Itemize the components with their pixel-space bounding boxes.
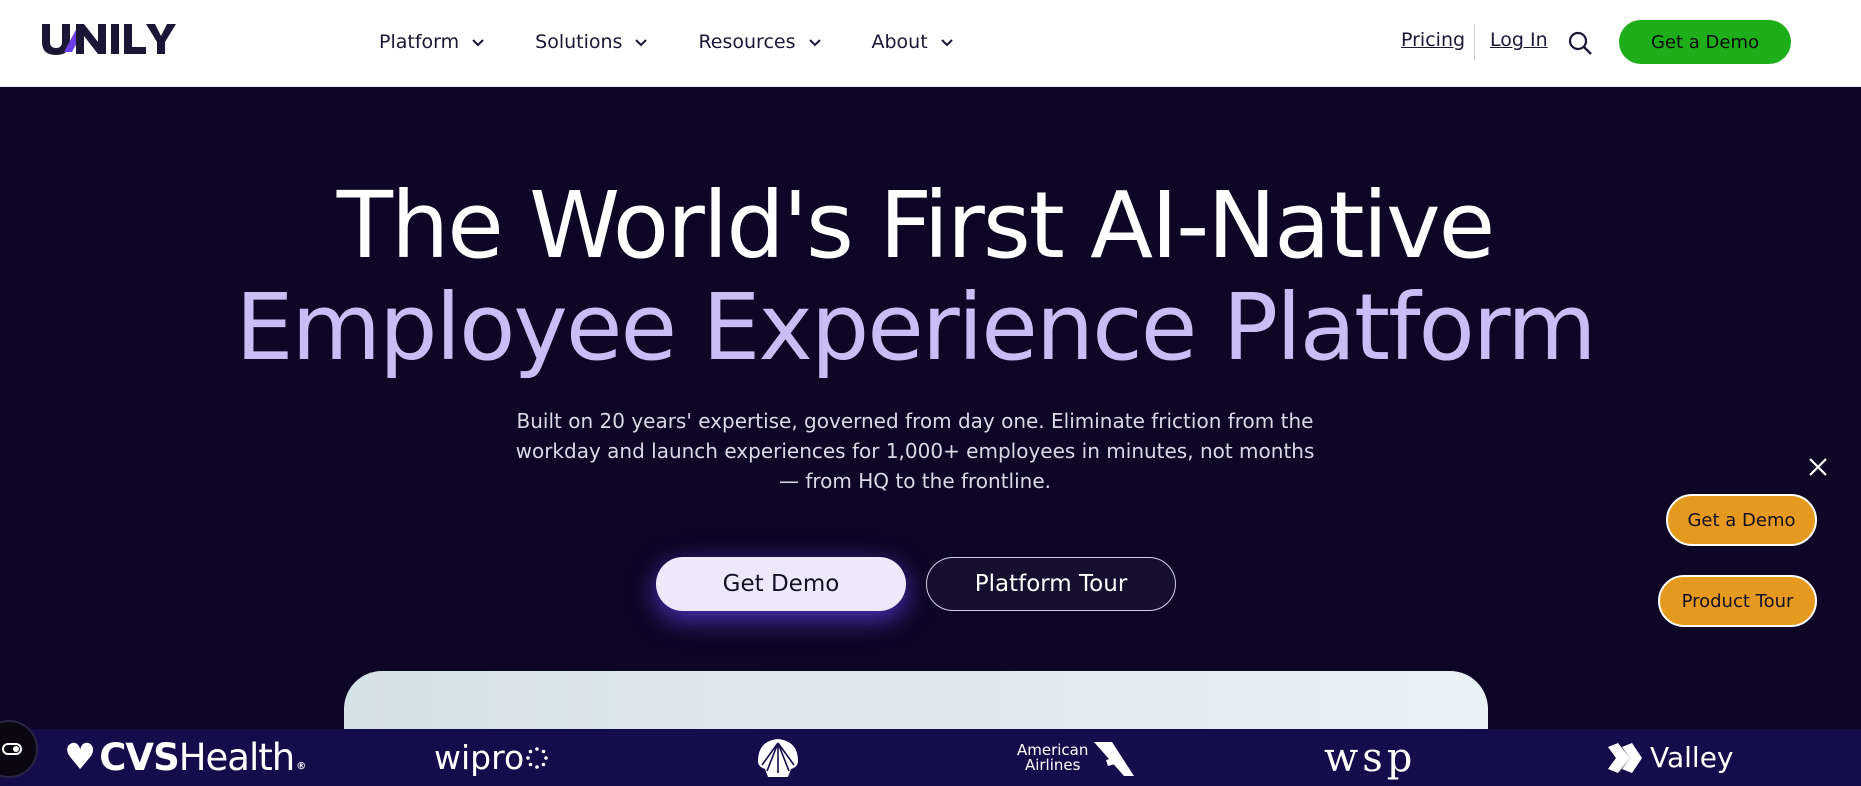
american-airlines-text: American Airlines xyxy=(1017,742,1088,774)
close-icon[interactable] xyxy=(1806,455,1830,479)
shell-logo xyxy=(755,729,801,786)
hero-platform-tour-button[interactable]: Platform Tour xyxy=(926,557,1176,611)
unily-logo[interactable] xyxy=(40,20,180,56)
hero-title-line2: Employee Experience Platform xyxy=(235,274,1596,381)
registered-mark-icon: ® xyxy=(296,761,306,772)
hero-title-line1: The World's First AI-Native xyxy=(336,172,1495,279)
nav-solutions[interactable]: Solutions xyxy=(535,27,648,57)
heart-icon: ♥ xyxy=(64,737,96,778)
wipro-logo-text: wipro xyxy=(434,738,525,777)
valley-mark-icon xyxy=(1608,742,1642,773)
cvs-logo-bold: CVS xyxy=(99,736,179,779)
flight-symbol-icon xyxy=(1094,741,1135,776)
floating-product-tour-button[interactable]: Product Tour xyxy=(1658,575,1817,627)
login-link[interactable]: Log In xyxy=(1490,29,1548,51)
wipro-logo: wipro xyxy=(434,729,548,786)
hero-subtitle: Built on 20 years' expertise, governed f… xyxy=(515,409,1315,493)
header-get-demo-button[interactable]: Get a Demo xyxy=(1619,20,1791,64)
hero-get-demo-button[interactable]: Get Demo xyxy=(656,557,906,611)
site-header: Platform Solutions Resources About Prici… xyxy=(0,0,1861,87)
valley-logo-text: Valley xyxy=(1650,741,1734,774)
wipro-dots-icon xyxy=(526,746,548,769)
customer-logo-strip: ♥ CVS Health ® wipro American Airlines w… xyxy=(0,729,1861,786)
nav-resources[interactable]: Resources xyxy=(698,27,821,57)
valley-logo: Valley xyxy=(1606,729,1734,786)
nav-resources-label: Resources xyxy=(698,31,796,53)
wsp-logo: wsp xyxy=(1324,734,1417,781)
cvs-logo-light: Health xyxy=(178,736,295,779)
nav-platform-label: Platform xyxy=(379,31,460,53)
toggle-icon xyxy=(2,743,22,755)
chevron-down-icon xyxy=(635,39,648,47)
chevron-down-icon xyxy=(940,39,953,47)
search-icon[interactable] xyxy=(1567,30,1593,56)
cvs-health-logo: ♥ CVS Health ® xyxy=(64,729,306,786)
chevron-down-icon xyxy=(808,39,821,47)
american-airlines-line2: Airlines xyxy=(1024,755,1081,774)
floating-get-demo-button[interactable]: Get a Demo xyxy=(1666,494,1817,546)
nav-solutions-label: Solutions xyxy=(535,31,623,53)
shell-icon xyxy=(758,738,798,777)
american-airlines-logo: American Airlines xyxy=(1017,729,1136,786)
chevron-down-icon xyxy=(472,39,484,47)
nav-platform[interactable]: Platform xyxy=(379,27,485,57)
main-nav: Platform Solutions Resources About xyxy=(379,27,1004,57)
pricing-link[interactable]: Pricing xyxy=(1401,29,1465,51)
header-divider xyxy=(1474,24,1475,60)
nav-about[interactable]: About xyxy=(872,27,954,57)
nav-about-label: About xyxy=(871,31,928,53)
